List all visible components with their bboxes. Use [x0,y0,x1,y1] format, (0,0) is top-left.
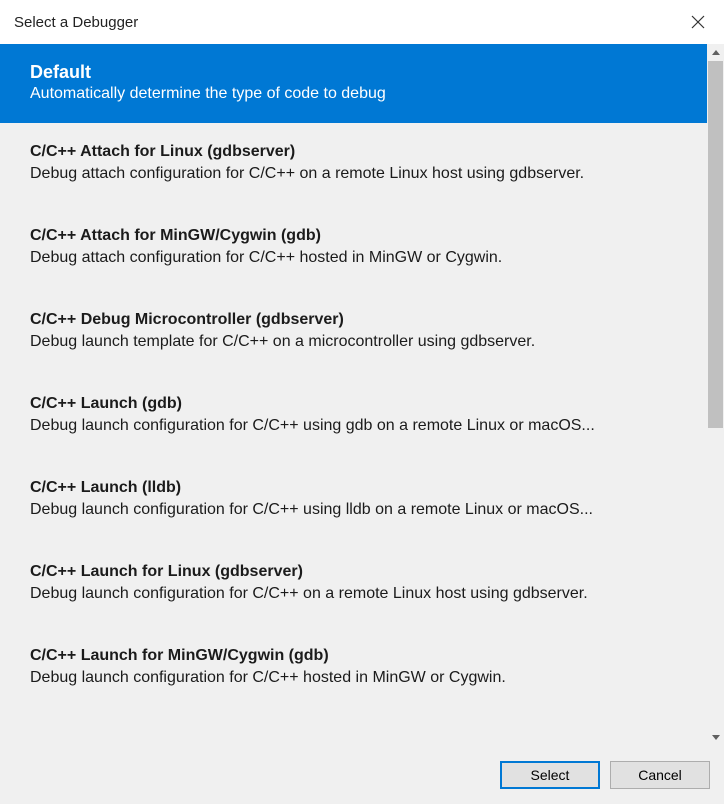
debugger-option-launch-linux-gdbserver[interactable]: C/C++ Launch for Linux (gdbserver) Debug… [0,543,707,627]
item-desc: Debug launch configuration for C/C++ usi… [30,501,677,519]
cancel-button[interactable]: Cancel [610,761,710,789]
select-button[interactable]: Select [500,761,600,789]
scrollbar[interactable] [707,44,724,746]
dialog-title: Select a Debugger [14,14,138,31]
item-title: Default [30,62,677,83]
item-desc: Debug attach configuration for C/C++ hos… [30,249,677,267]
item-desc: Debug launch configuration for C/C++ hos… [30,669,677,687]
item-title: C/C++ Debug Microcontroller (gdbserver) [30,311,677,329]
item-desc: Debug launch template for C/C++ on a mic… [30,333,677,351]
scroll-down-arrow-icon[interactable] [707,729,724,746]
item-desc: Automatically determine the type of code… [30,85,677,103]
list-area: Default Automatically determine the type… [0,44,724,746]
scroll-up-arrow-icon[interactable] [707,44,724,61]
item-title: C/C++ Launch for Linux (gdbserver) [30,563,677,581]
close-button[interactable] [686,10,710,34]
item-title: C/C++ Attach for Linux (gdbserver) [30,143,677,161]
item-title: C/C++ Launch (gdb) [30,395,677,413]
close-icon [691,15,705,29]
item-desc: Debug launch configuration for C/C++ on … [30,585,677,603]
item-desc: Debug attach configuration for C/C++ on … [30,165,677,183]
item-desc: Debug launch configuration for C/C++ usi… [30,417,677,435]
debugger-option-default[interactable]: Default Automatically determine the type… [0,44,707,123]
scroll-thumb[interactable] [708,61,723,428]
item-title: C/C++ Attach for MinGW/Cygwin (gdb) [30,227,677,245]
debugger-option-attach-mingw-cygwin-gdb[interactable]: C/C++ Attach for MinGW/Cygwin (gdb) Debu… [0,207,707,291]
item-title: C/C++ Launch (lldb) [30,479,677,497]
debugger-option-debug-microcontroller-gdbserver[interactable]: C/C++ Debug Microcontroller (gdbserver) … [0,291,707,375]
footer: Select Cancel [0,746,724,804]
titlebar: Select a Debugger [0,0,724,44]
debugger-option-launch-mingw-cygwin-gdb[interactable]: C/C++ Launch for MinGW/Cygwin (gdb) Debu… [0,627,707,711]
debugger-option-attach-linux-gdbserver[interactable]: C/C++ Attach for Linux (gdbserver) Debug… [0,123,707,207]
debugger-option-launch-gdb[interactable]: C/C++ Launch (gdb) Debug launch configur… [0,375,707,459]
debugger-option-launch-lldb[interactable]: C/C++ Launch (lldb) Debug launch configu… [0,459,707,543]
debugger-list: Default Automatically determine the type… [0,44,707,746]
scroll-track[interactable] [707,61,724,729]
item-title: C/C++ Launch for MinGW/Cygwin (gdb) [30,647,677,665]
